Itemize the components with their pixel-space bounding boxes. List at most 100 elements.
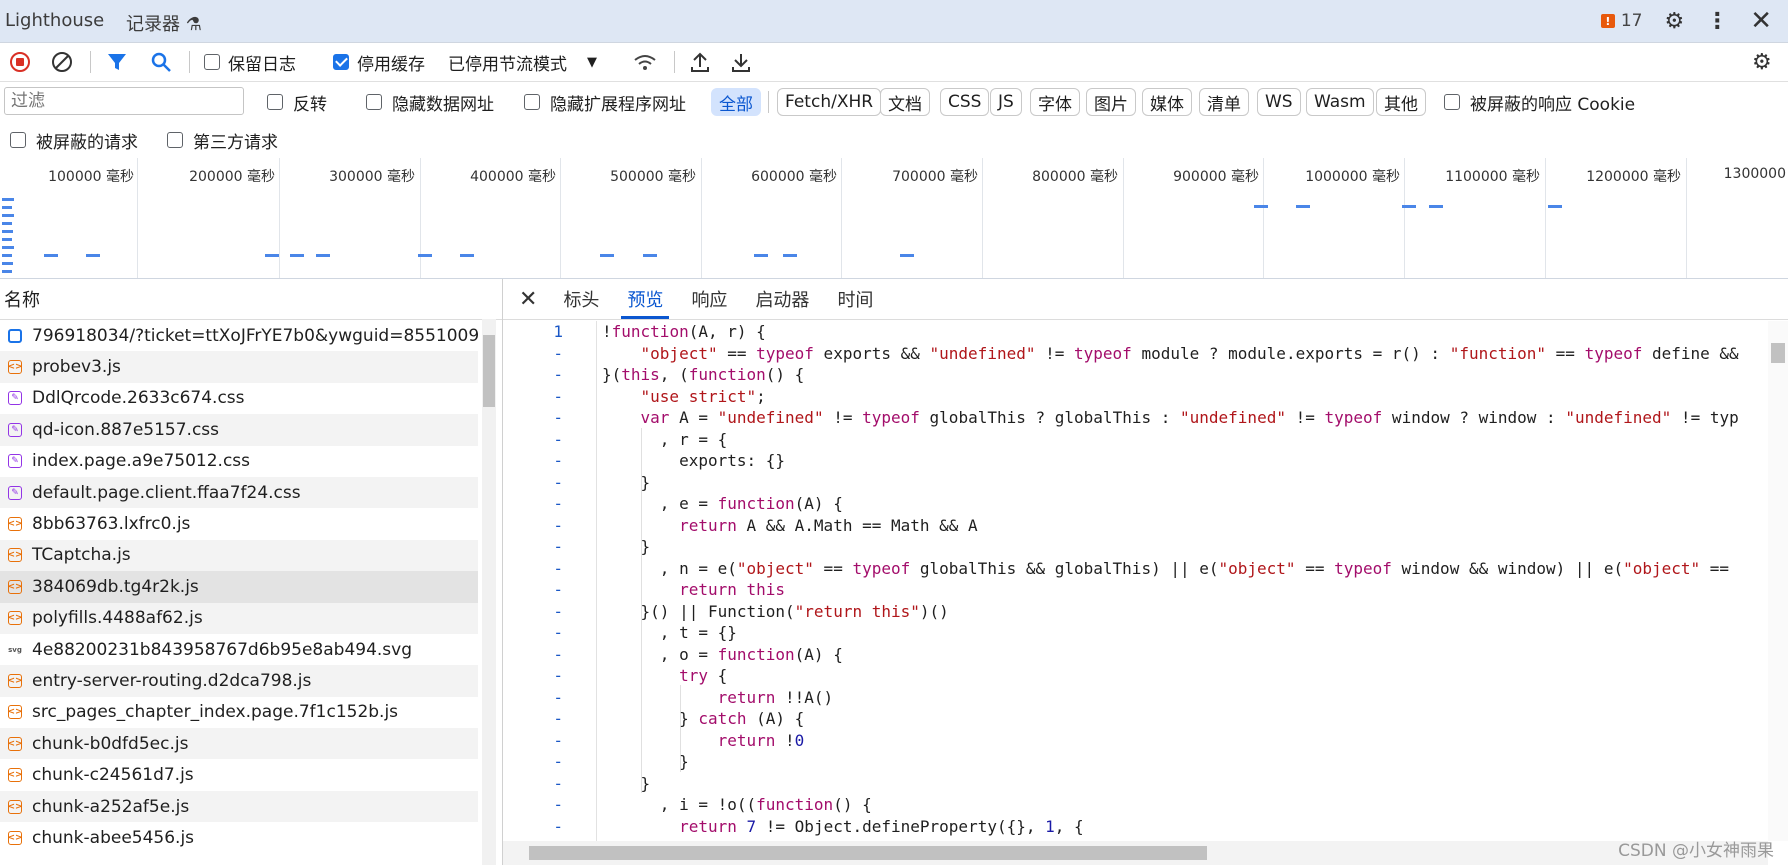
filter-icon (108, 54, 126, 70)
code-text: try { (679, 666, 728, 685)
code-text: return A && A.Math == Math && A (679, 515, 978, 535)
chip-wasm[interactable]: Wasm (1306, 88, 1374, 116)
code-horizontal-scrollbar[interactable] (503, 841, 1768, 865)
close-devtools-icon[interactable]: ✕ (1750, 6, 1772, 36)
timeline-bar (2, 214, 14, 217)
chip-css[interactable]: CSS (940, 88, 990, 116)
request-row[interactable]: <> probev3.js (0, 351, 478, 383)
name-column-header[interactable]: 名称 (0, 279, 502, 320)
scrollbar-thumb[interactable] (1771, 343, 1785, 363)
hide-data-urls-toggle[interactable]: 隐藏数据网址 (366, 82, 494, 122)
tab-timing[interactable]: 时间 (837, 279, 873, 319)
timeline-bar (2, 246, 14, 249)
details-tabs: ✕ 标头 预览 响应 启动器 时间 (503, 279, 1788, 320)
chip-manifest[interactable]: 清单 (1199, 88, 1249, 116)
blocked-cookies-toggle[interactable]: 被屏蔽的响应 Cookie (1444, 82, 1635, 122)
timeline-bar (2, 262, 13, 265)
js-file-icon: <> (7, 611, 23, 626)
request-row[interactable]: <> polyfills.4488af62.js (0, 602, 478, 634)
code-vertical-scrollbar[interactable] (1768, 321, 1788, 841)
chip-other[interactable]: 其他 (1376, 88, 1426, 116)
chip-doc[interactable]: 文档 (880, 88, 930, 116)
blocked-requests-label: 被屏蔽的请求 (36, 132, 138, 153)
code-line: - , o = function(A) { (503, 644, 1768, 666)
blocked-requests-toggle[interactable]: 被屏蔽的请求 (10, 122, 138, 158)
chip-js[interactable]: JS (990, 88, 1022, 116)
request-row[interactable]: ✎ index.page.a9e75012.css (0, 446, 478, 477)
timeline-bar (2, 198, 14, 201)
timeline-gridline (1263, 158, 1264, 278)
more-options-icon[interactable]: ⋮ (1706, 9, 1728, 34)
search-button[interactable] (150, 43, 172, 81)
blocked-requests-checkbox[interactable] (10, 132, 26, 148)
clear-button[interactable] (51, 43, 73, 81)
hide-data-urls-checkbox[interactable] (366, 94, 382, 110)
throttling-select[interactable]: 已停用节流模式 ▼ (448, 43, 597, 81)
third-party-toggle[interactable]: 第三方请求 (167, 122, 278, 158)
chip-font[interactable]: 字体 (1030, 88, 1080, 116)
tab-headers[interactable]: 标头 (563, 279, 599, 319)
chip-fetch-xhr[interactable]: Fetch/XHR (777, 88, 882, 116)
network-overview-timeline[interactable]: 100000 毫秒 200000 毫秒 300000 毫秒 400000 毫秒 … (0, 158, 1788, 279)
filter-input[interactable] (4, 87, 244, 115)
request-row[interactable]: svg 4e88200231b843958767d6b95e8ab494.svg (0, 634, 478, 665)
preserve-log-toggle[interactable]: 保留日志 (204, 43, 296, 81)
preview-code-view[interactable]: 1 !function(A, r) {- "object" == typeof e… (503, 321, 1768, 841)
export-har-button[interactable] (731, 43, 751, 81)
css-file-icon: ✎ (8, 485, 22, 500)
request-row[interactable]: <> chunk-b0dfd5ec.js (0, 728, 478, 760)
disable-cache-checkbox[interactable] (333, 54, 349, 70)
invert-checkbox[interactable] (267, 94, 283, 110)
filter-toggle-button[interactable] (107, 43, 127, 81)
tab-lighthouse[interactable]: Lighthouse (5, 10, 104, 31)
network-settings-button[interactable]: ⚙ (1752, 43, 1772, 81)
request-name: 384069db.tg4r2k.js (32, 576, 199, 597)
scrollbar-thumb[interactable] (529, 846, 1207, 860)
network-conditions-button[interactable] (633, 43, 657, 81)
import-har-button[interactable] (690, 43, 710, 81)
chip-media[interactable]: 媒体 (1142, 88, 1192, 116)
request-row[interactable]: <> chunk-abee5456.js (0, 822, 478, 853)
timeline-bar (2, 270, 12, 273)
close-details-icon[interactable]: ✕ (519, 287, 537, 312)
request-row[interactable]: <> 384069db.tg4r2k.js (0, 571, 478, 603)
request-row[interactable]: <> chunk-c24561d7.js (0, 759, 478, 790)
blocked-cookies-checkbox[interactable] (1444, 94, 1460, 110)
stop-recording-button[interactable] (9, 43, 31, 81)
js-file-icon: <> (7, 799, 23, 814)
request-list-scrollbar[interactable] (482, 319, 496, 865)
invert-toggle[interactable]: 反转 (267, 82, 327, 122)
request-row[interactable]: 796918034/?ticket=ttXoJFrYE7b0&ywguid=85… (0, 320, 478, 351)
request-row[interactable]: ✎ DdlQrcode.2633c674.css (0, 383, 478, 414)
tab-preview[interactable]: 预览 (621, 279, 670, 319)
request-row[interactable]: ✎ default.page.client.ffaa7f24.css (0, 476, 478, 509)
request-name: default.page.client.ffaa7f24.css (32, 482, 301, 503)
preserve-log-checkbox[interactable] (204, 54, 220, 70)
filter-bar: 反转 隐藏数据网址 隐藏扩展程序网址 全部 Fetch/XHR 文档 CSS J… (0, 82, 1788, 122)
request-row[interactable]: <> src_pages_chapter_index.page.7f1c152b.… (0, 697, 478, 728)
disable-cache-toggle[interactable]: 停用缓存 (333, 43, 425, 81)
chip-ws[interactable]: WS (1257, 88, 1301, 116)
tab-initiator[interactable]: 启动器 (755, 279, 809, 319)
request-name: index.page.a9e75012.css (32, 451, 251, 472)
code-line: - , r = { (503, 429, 1768, 451)
request-row[interactable]: ✎ qd-icon.887e5157.css (0, 414, 478, 446)
code-text: return !!A() (717, 687, 834, 707)
hide-extension-urls-checkbox[interactable] (524, 94, 540, 110)
request-row[interactable]: <> entry-server-routing.d2dca798.js (0, 665, 478, 697)
request-row[interactable]: <> chunk-a252af5e.js (0, 790, 478, 823)
hide-extension-urls-toggle[interactable]: 隐藏扩展程序网址 (524, 82, 686, 122)
line-number: - (553, 408, 563, 427)
request-row[interactable]: <> 8bb63763.lxfrc0.js (0, 508, 478, 539)
settings-gear-icon[interactable]: ⚙ (1664, 9, 1684, 34)
chip-img[interactable]: 图片 (1086, 88, 1136, 116)
scrollbar-thumb[interactable] (483, 335, 495, 407)
chip-all[interactable]: 全部 (711, 88, 761, 116)
tab-recorder[interactable]: 记录器 ⚗ (126, 10, 202, 36)
issues-counter[interactable]: ! 17 (1600, 11, 1642, 31)
code-line: - return !!A() (503, 687, 1768, 709)
tab-response[interactable]: 响应 (691, 279, 727, 319)
request-row[interactable]: <> TCaptcha.js (0, 539, 478, 572)
invert-label: 反转 (293, 94, 327, 115)
third-party-checkbox[interactable] (167, 132, 183, 148)
